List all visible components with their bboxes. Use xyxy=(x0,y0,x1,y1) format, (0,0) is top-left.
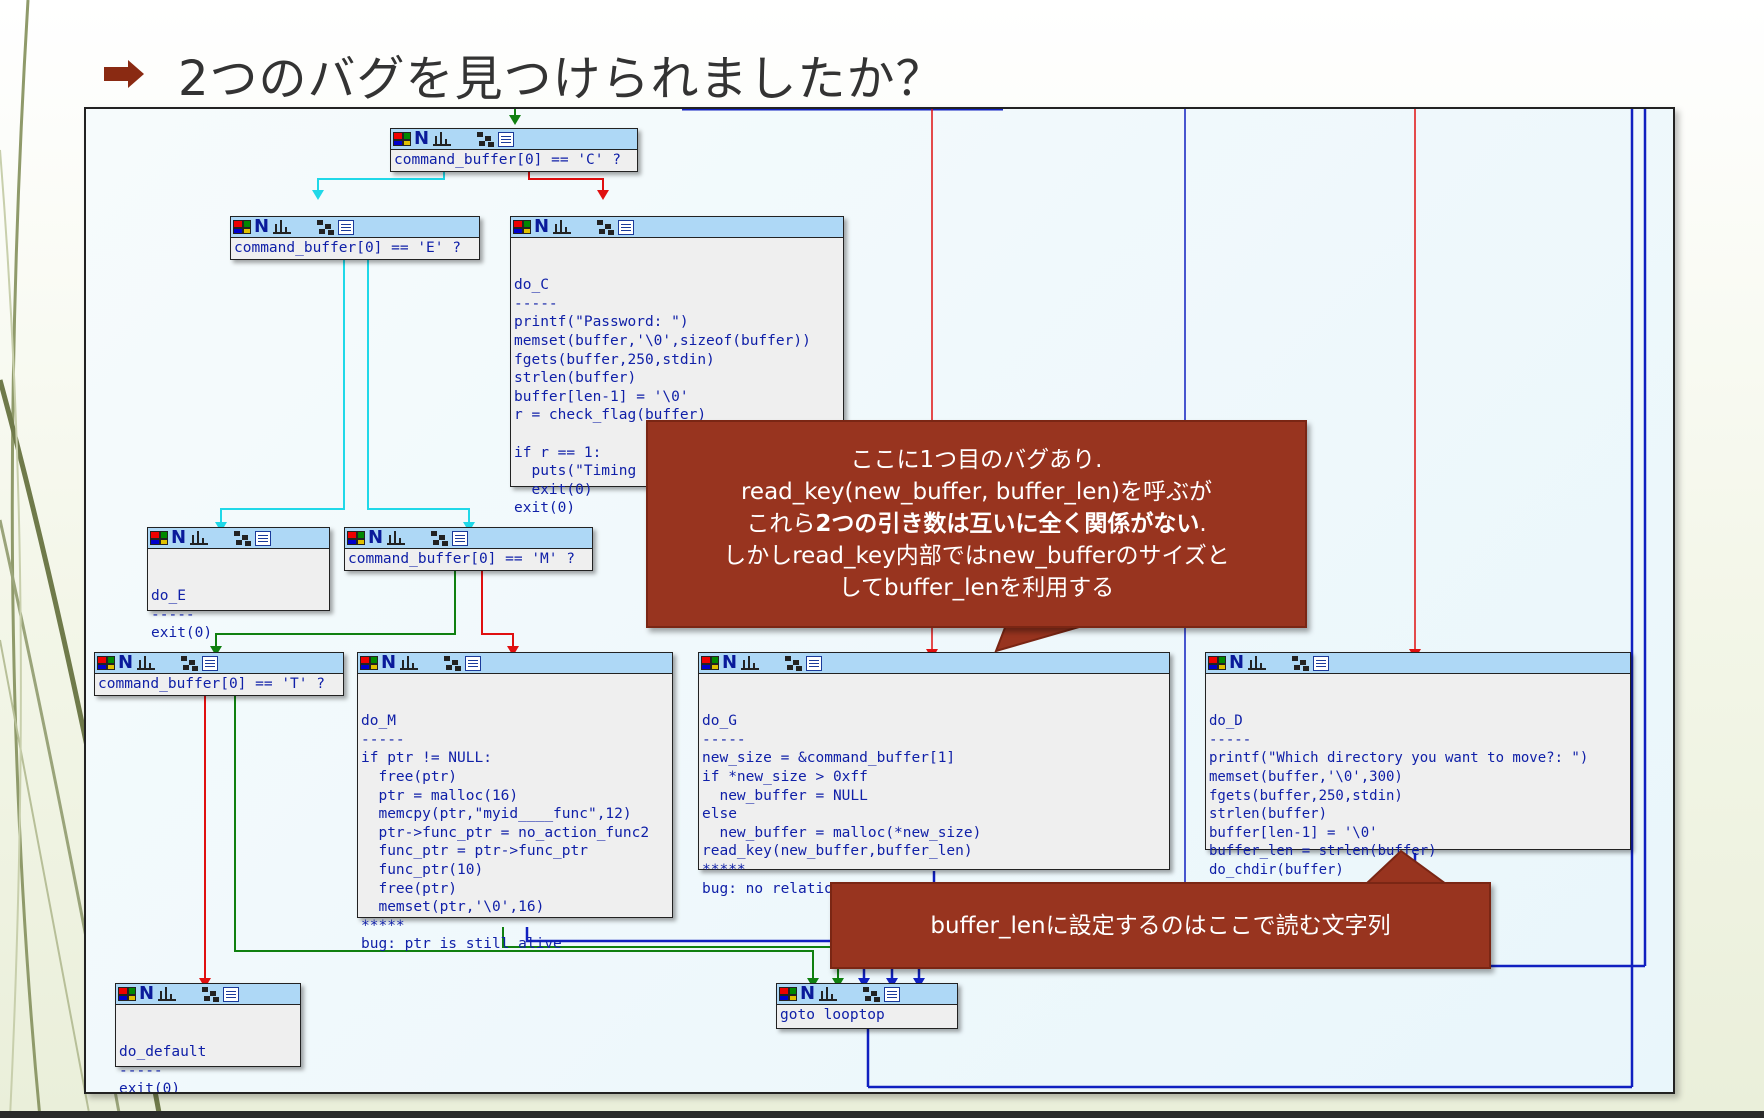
node-toolbar: N xyxy=(391,129,637,150)
node-check-c[interactable]: N command_buffer[0] == 'C' ? xyxy=(390,128,638,172)
graph-tree-icon xyxy=(1292,656,1310,671)
graph-tree-icon xyxy=(785,656,803,671)
bar-chart-icon xyxy=(431,132,453,146)
slide-title-text: 2つのバグを見つけられましたか？ xyxy=(178,51,945,107)
node-code: do_M ----- if ptr != NULL: free(ptr) ptr =… xyxy=(361,713,650,953)
color-grid-icon xyxy=(233,220,251,234)
graph-tree-icon xyxy=(234,531,252,546)
slide-title: 2つのバグを見つけられましたか？ xyxy=(104,40,945,108)
document-icon xyxy=(498,131,514,147)
graph-tree-icon xyxy=(317,220,335,235)
node-toolbar: N xyxy=(777,984,957,1005)
callout-bug-1-line-2: read_key(new_buffer, buffer_len)を呼ぶが xyxy=(740,479,1213,505)
node-check-t[interactable]: N command_buffer[0] == 'T' ? xyxy=(94,652,344,696)
name-n-icon: N xyxy=(381,652,397,673)
node-code: goto looptop xyxy=(780,1007,885,1023)
graph-tree-icon xyxy=(202,987,220,1002)
node-code: command_buffer[0] == 'M' ? xyxy=(348,551,575,567)
document-icon xyxy=(1313,655,1329,671)
callout-bug-1-line-3: これら2つの引き数は互いに全く関係がない. xyxy=(746,511,1207,537)
graph-tree-icon xyxy=(431,531,449,546)
node-code: command_buffer[0] == 'T' ? xyxy=(98,676,325,692)
color-grid-icon xyxy=(360,656,378,670)
name-n-icon: N xyxy=(534,216,550,237)
color-grid-icon xyxy=(1208,656,1226,670)
node-toolbar: N xyxy=(699,653,1169,674)
node-do-default[interactable]: N do_default ----- exit(0) xyxy=(115,983,301,1092)
name-n-icon: N xyxy=(171,527,187,548)
document-icon xyxy=(465,655,481,671)
node-do-g[interactable]: N do_G ----- new_size = &command_buffer[1]… xyxy=(698,652,1170,897)
node-do-m[interactable]: N do_M ----- if ptr != NULL: free(ptr) ptr… xyxy=(357,652,673,952)
color-grid-icon xyxy=(513,220,531,234)
node-code: command_buffer[0] == 'E' ? xyxy=(234,240,461,256)
graph-tree-icon xyxy=(477,132,495,147)
bar-chart-icon xyxy=(188,531,210,545)
bar-chart-icon xyxy=(817,987,839,1001)
bar-chart-icon xyxy=(135,656,157,670)
color-grid-icon xyxy=(97,656,115,670)
node-code: do_default ----- exit(0) xyxy=(119,1044,207,1094)
node-code: command_buffer[0] == 'C' ? xyxy=(394,152,621,168)
document-icon xyxy=(223,986,239,1002)
name-n-icon: N xyxy=(118,652,134,673)
callout-bug-1-line-4: しかしread_key内部ではnew_bufferのサイズと xyxy=(723,543,1230,569)
node-goto-looptop[interactable]: N goto looptop xyxy=(776,983,958,1029)
arrow-bullet-icon xyxy=(104,60,144,88)
node-toolbar: N xyxy=(148,528,329,549)
color-grid-icon xyxy=(118,987,136,1001)
graph-tree-icon xyxy=(444,656,462,671)
document-icon xyxy=(452,530,468,546)
color-grid-icon xyxy=(701,656,719,670)
callout-bug-2-text: buffer_lenに設定するのはここで読む文字列 xyxy=(930,912,1391,939)
node-toolbar: N xyxy=(345,528,592,549)
node-toolbar: N xyxy=(511,217,843,238)
document-icon xyxy=(202,655,218,671)
name-n-icon: N xyxy=(139,983,155,1004)
document-icon xyxy=(255,530,271,546)
document-icon xyxy=(338,219,354,235)
callout-bug-1-line-5: してbuffer_lenを利用する xyxy=(838,575,1115,601)
document-icon xyxy=(618,219,634,235)
graph-tree-icon xyxy=(597,220,615,235)
bar-chart-icon xyxy=(1246,656,1268,670)
name-n-icon: N xyxy=(1229,652,1245,673)
node-check-e[interactable]: N command_buffer[0] == 'E' ? xyxy=(230,216,480,260)
node-do-e[interactable]: N do_E ----- exit(0) xyxy=(147,527,330,641)
callout-bug-2: buffer_lenに設定するのはここで読む文字列 xyxy=(830,882,1491,969)
node-toolbar: N xyxy=(95,653,343,674)
name-n-icon: N xyxy=(368,527,384,548)
bar-chart-icon xyxy=(398,656,420,670)
control-flow-graph: N command_buffer[0] == 'C' ? N command_b… xyxy=(84,107,1675,1094)
callout-bug-1: ここに1つ目のバグあり. read_key(new_buffer, buffer… xyxy=(646,420,1307,628)
color-grid-icon xyxy=(393,132,411,146)
document-icon xyxy=(806,655,822,671)
color-grid-icon xyxy=(779,987,797,1001)
bar-chart-icon xyxy=(271,220,293,234)
node-toolbar: N xyxy=(231,217,479,238)
node-toolbar: N xyxy=(1206,653,1630,674)
node-do-d[interactable]: N do_D ----- printf("Which directory you w… xyxy=(1205,652,1631,878)
graph-tree-icon xyxy=(863,987,881,1002)
bar-chart-icon xyxy=(385,531,407,545)
color-grid-icon xyxy=(347,531,365,545)
name-n-icon: N xyxy=(722,652,738,673)
color-grid-icon xyxy=(150,531,168,545)
bar-chart-icon xyxy=(739,656,761,670)
node-toolbar: N xyxy=(116,984,300,1005)
graph-tree-icon xyxy=(181,656,199,671)
name-n-icon: N xyxy=(414,128,430,149)
document-icon xyxy=(884,986,900,1002)
node-toolbar: N xyxy=(358,653,672,674)
callout-bug-1-line-1: ここに1つ目のバグあり. xyxy=(850,447,1103,473)
bar-chart-icon xyxy=(156,987,178,1001)
bottom-bar xyxy=(0,1111,1764,1118)
name-n-icon: N xyxy=(800,983,816,1004)
node-check-m[interactable]: N command_buffer[0] == 'M' ? xyxy=(344,527,593,571)
bar-chart-icon xyxy=(551,220,573,234)
name-n-icon: N xyxy=(254,216,270,237)
